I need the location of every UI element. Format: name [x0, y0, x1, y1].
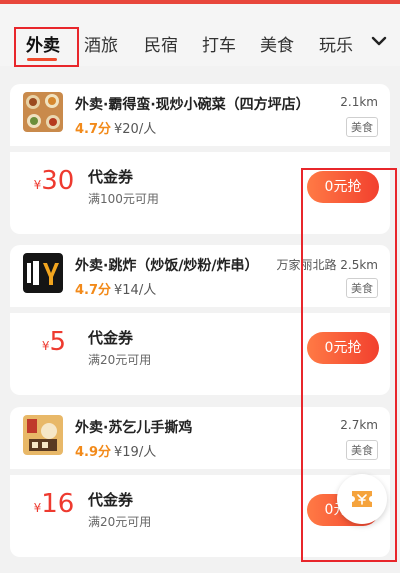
coupon-row[interactable]: ¥30 代金券 满100元可用 0元抢 [10, 152, 390, 218]
coupon-condition: 满20元可用 [88, 353, 152, 367]
coupon-row[interactable]: ¥16 代金券 满20元可用 0元抢 [10, 475, 390, 541]
store-avg-price: ¥19/人 [114, 445, 157, 460]
coupon-condition: 满20元可用 [88, 515, 152, 529]
coupon-amount: ¥30 [33, 166, 75, 196]
coupon-title: 代金券 [88, 329, 134, 347]
store-rating: 4.7分 [75, 122, 112, 137]
store-distance: 2.1km [340, 95, 378, 109]
tab-taxi[interactable]: 打车 [202, 31, 236, 56]
store-info[interactable]: 外卖·霸得蛮·现炒小碗菜（四方坪店） 4.7分 ¥20/人 2.1km 美食 [10, 84, 390, 142]
store-name: 外卖·霸得蛮·现炒小碗菜（四方坪店） [75, 97, 310, 113]
store-avg-price: ¥20/人 [114, 122, 157, 137]
tab-hotel-travel[interactable]: 酒旅 [84, 31, 118, 56]
coupon-amount: ¥5 [41, 327, 67, 357]
store-card[interactable]: 外卖·苏乞儿手撕鸡 4.9分 ¥19/人 2.7km 美食 ¥16 代金券 满2… [10, 407, 390, 557]
coupon-condition: 满100元可用 [88, 192, 159, 206]
coupon-title: 代金券 [88, 491, 134, 509]
store-thumbnail [23, 415, 63, 455]
category-tag: 美食 [346, 440, 378, 460]
store-info[interactable]: 外卖·苏乞儿手撕鸡 4.9分 ¥19/人 2.7km 美食 [10, 407, 390, 465]
coupon-ticket-icon [352, 491, 372, 507]
coupon-amount: ¥16 [33, 489, 75, 519]
tab-highlight-box [14, 27, 79, 67]
store-rating: 4.7分 [75, 283, 112, 298]
store-thumbnail [23, 92, 63, 132]
grab-coupon-button[interactable]: 0元抢 [307, 332, 379, 364]
store-avg-price: ¥14/人 [114, 283, 157, 298]
coupon-title: 代金券 [88, 168, 134, 186]
coupon-row[interactable]: ¥5 代金券 满20元可用 0元抢 [10, 313, 390, 379]
store-name: 外卖·跳炸（炒饭/炒粉/炸串） [75, 258, 259, 274]
store-rating: 4.9分 [75, 445, 112, 460]
grab-coupon-button[interactable]: 0元抢 [307, 171, 379, 203]
store-distance: 万家丽北路 2.5km [276, 258, 378, 272]
store-thumbnail [23, 253, 63, 293]
category-tag: 美食 [346, 278, 378, 298]
category-tabs: 外卖 酒旅 民宿 打车 美食 玩乐 [0, 4, 400, 67]
store-name: 外卖·苏乞儿手撕鸡 [75, 420, 193, 436]
floating-coupon-button[interactable] [337, 474, 387, 524]
store-distance: 2.7km [340, 418, 378, 432]
tab-homestay[interactable]: 民宿 [144, 31, 178, 56]
category-tag: 美食 [346, 117, 378, 137]
chevron-down-icon[interactable] [368, 30, 390, 52]
tab-food[interactable]: 美食 [260, 31, 294, 56]
store-info[interactable]: 外卖·跳炸（炒饭/炒粉/炸串） 4.7分 ¥14/人 万家丽北路 2.5km 美… [10, 245, 390, 303]
store-card[interactable]: 外卖·跳炸（炒饭/炒粉/炸串） 4.7分 ¥14/人 万家丽北路 2.5km 美… [10, 245, 390, 395]
tab-entertainment[interactable]: 玩乐 [319, 31, 353, 56]
store-card[interactable]: 外卖·霸得蛮·现炒小碗菜（四方坪店） 4.7分 ¥20/人 2.1km 美食 ¥… [10, 84, 390, 234]
